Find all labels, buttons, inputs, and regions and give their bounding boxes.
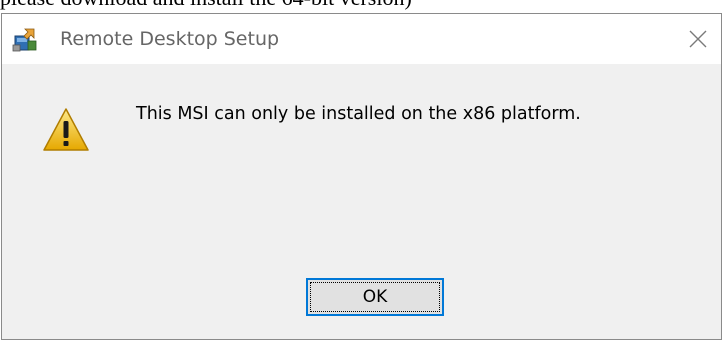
title-bar[interactable]: Remote Desktop Setup bbox=[2, 14, 721, 64]
installer-package-icon bbox=[12, 27, 38, 53]
dialog-title: Remote Desktop Setup bbox=[60, 28, 280, 50]
warning-icon bbox=[42, 106, 90, 154]
close-icon bbox=[689, 30, 707, 48]
error-message: This MSI can only be installed on the x8… bbox=[136, 104, 581, 124]
ok-button[interactable]: OK bbox=[306, 278, 444, 316]
screenshot-stage: please download and install the 64-bit v… bbox=[0, 0, 723, 341]
close-button[interactable] bbox=[675, 14, 721, 64]
setup-dialog: Remote Desktop Setup This MSI can only b… bbox=[1, 13, 722, 340]
dialog-body: This MSI can only be installed on the x8… bbox=[2, 64, 721, 339]
ok-button-label: OK bbox=[362, 287, 388, 307]
background-page-text: please download and install the 64-bit v… bbox=[0, 0, 412, 10]
